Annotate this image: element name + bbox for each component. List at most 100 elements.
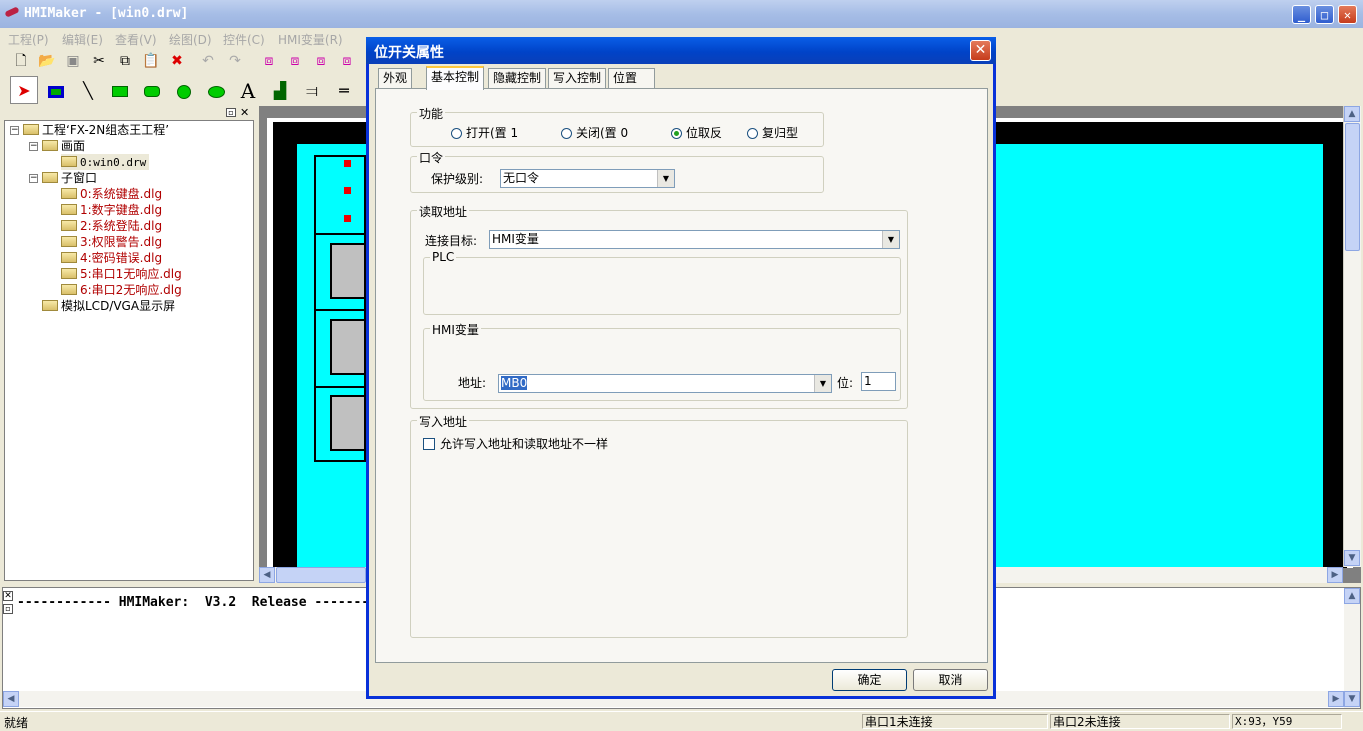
- tree-item[interactable]: 0:win0.drw: [61, 154, 150, 170]
- collapse-icon[interactable]: −: [10, 126, 19, 135]
- line-icon[interactable]: ╲: [74, 76, 102, 104]
- scroll-right-icon[interactable]: ▶: [1328, 691, 1344, 707]
- scale-icon[interactable]: ⫤: [298, 76, 326, 104]
- output-vertical-scrollbar[interactable]: ▲ ▼: [1344, 588, 1360, 708]
- scroll-up-icon[interactable]: ▲: [1344, 106, 1360, 122]
- tree-item[interactable]: 6:串口2无响应.dlg: [61, 282, 182, 298]
- scroll-down-icon[interactable]: ▼: [1344, 691, 1360, 707]
- radio-momentary[interactable]: 复归型: [747, 124, 798, 141]
- bitmap-icon[interactable]: ▟: [266, 76, 294, 104]
- circle-icon[interactable]: [170, 76, 198, 104]
- minimize-button[interactable]: _: [1292, 5, 1311, 24]
- menu-project[interactable]: 工程(P): [8, 31, 49, 48]
- paste-icon[interactable]: 📋: [140, 50, 162, 72]
- vertical-scroll-thumb[interactable]: [1345, 123, 1360, 251]
- send-backward-icon[interactable]: ⧈: [336, 50, 358, 72]
- frame-icon[interactable]: [42, 76, 70, 104]
- divider: [316, 309, 364, 311]
- send-back-icon[interactable]: ⧈: [284, 50, 306, 72]
- chevron-down-icon[interactable]: ▼: [657, 170, 674, 187]
- bring-front-icon[interactable]: ⧈: [258, 50, 280, 72]
- radio-set-off[interactable]: 关闭(置 0: [561, 124, 628, 141]
- hmi-variable-group-label: HMI变量: [430, 321, 481, 338]
- radio-toggle[interactable]: 位取反: [671, 124, 722, 141]
- tree-item[interactable]: 4:密码错误.dlg: [61, 250, 162, 266]
- tab-basic-control[interactable]: 基本控制: [426, 66, 485, 90]
- widget-panel[interactable]: [314, 155, 366, 462]
- address-select[interactable]: MB0 ▼: [498, 374, 832, 393]
- maximize-button[interactable]: □: [1315, 5, 1334, 24]
- tree-subwindows-label: 子窗口: [61, 171, 98, 185]
- rounded-rect-icon[interactable]: [138, 76, 166, 104]
- collapse-icon[interactable]: −: [29, 142, 38, 151]
- tree-item[interactable]: 0:系统键盘.dlg: [61, 186, 162, 202]
- radio-set-off-label: 关闭(置 0: [576, 126, 629, 140]
- tree-item[interactable]: 3:权限警告.dlg: [61, 234, 162, 250]
- tree-item[interactable]: 5:串口1无响应.dlg: [61, 266, 182, 282]
- main-title-bar: HMIMaker - [win0.drw] _ □ ✕: [0, 0, 1363, 28]
- tree-screens-label: 画面: [61, 139, 86, 153]
- vertical-scrollbar[interactable]: ▲ ▼: [1343, 106, 1361, 567]
- selection-handle[interactable]: [344, 215, 351, 222]
- cancel-button[interactable]: 取消: [913, 669, 988, 691]
- menu-controls[interactable]: 控件(C): [223, 31, 265, 48]
- select-arrow-icon[interactable]: ➤: [10, 76, 38, 104]
- menu-view[interactable]: 查看(V): [115, 31, 157, 48]
- new-file-icon[interactable]: 🗋: [10, 50, 32, 72]
- delete-icon[interactable]: ✖: [166, 50, 188, 72]
- panel-restore-icon[interactable]: ▫: [226, 108, 236, 117]
- status-ready: 就绪: [4, 716, 29, 730]
- ellipse-icon[interactable]: [202, 76, 230, 104]
- copy-icon[interactable]: ⧉: [114, 50, 136, 72]
- bit-switch-widget[interactable]: [330, 395, 366, 451]
- tab-hide-control[interactable]: 隐藏控制: [488, 68, 547, 88]
- output-restore-icon[interactable]: ▫: [3, 604, 13, 614]
- bit-switch-widget[interactable]: [330, 319, 366, 375]
- tab-appearance[interactable]: 外观: [378, 68, 413, 88]
- horizontal-scroll-thumb[interactable]: [276, 567, 366, 583]
- scroll-left-icon[interactable]: ◀: [259, 567, 275, 583]
- bit-switch-widget[interactable]: [330, 243, 366, 299]
- save-icon[interactable]: ▣: [62, 50, 84, 72]
- tree-root[interactable]: 工程‘FX-2N组态王工程’: [23, 122, 169, 138]
- output-close-icon[interactable]: ✕: [3, 591, 13, 601]
- chevron-down-icon[interactable]: ▼: [882, 231, 899, 248]
- bar-icon[interactable]: ═: [330, 76, 358, 104]
- selection-handle[interactable]: [344, 160, 351, 167]
- cut-icon[interactable]: ✂: [88, 50, 110, 72]
- tree-lcd[interactable]: 模拟LCD/VGA显示屏: [42, 298, 175, 314]
- scroll-right-icon[interactable]: ▶: [1327, 567, 1343, 583]
- ok-button[interactable]: 确定: [832, 669, 907, 691]
- menu-hmi-variables[interactable]: HMI变量(R): [278, 31, 343, 48]
- scroll-down-icon[interactable]: ▼: [1344, 550, 1360, 566]
- collapse-icon[interactable]: −: [29, 174, 38, 183]
- tab-position[interactable]: 位置: [608, 68, 655, 88]
- undo-icon[interactable]: ↶: [197, 50, 219, 72]
- folder-icon: [42, 300, 58, 311]
- rectangle-icon[interactable]: [106, 76, 134, 104]
- chevron-down-icon[interactable]: ▼: [814, 375, 831, 392]
- tab-write-control[interactable]: 写入控制: [548, 68, 607, 88]
- bit-input[interactable]: 1: [861, 372, 896, 391]
- selection-handle[interactable]: [344, 187, 351, 194]
- bring-forward-icon[interactable]: ⧈: [310, 50, 332, 72]
- tree-item[interactable]: 1:数字键盘.dlg: [61, 202, 162, 218]
- scroll-up-icon[interactable]: ▲: [1344, 588, 1360, 604]
- allow-different-write-checkbox[interactable]: 允许写入地址和读取地址不一样: [423, 435, 608, 452]
- open-folder-icon[interactable]: 📂: [36, 50, 58, 72]
- scroll-left-icon[interactable]: ◀: [3, 691, 19, 707]
- menu-edit[interactable]: 编辑(E): [62, 31, 103, 48]
- tree-item[interactable]: 2:系统登陆.dlg: [61, 218, 162, 234]
- text-icon[interactable]: A: [234, 76, 262, 104]
- tree-screens[interactable]: 画面: [42, 138, 85, 154]
- connect-target-select[interactable]: HMI变量 ▼: [489, 230, 900, 249]
- tree-subwindows[interactable]: 子窗口: [42, 170, 97, 186]
- dialog-title-bar[interactable]: 位开关属性 ✕: [366, 37, 996, 64]
- dialog-close-button[interactable]: ✕: [970, 40, 991, 61]
- redo-icon[interactable]: ↷: [224, 50, 246, 72]
- protect-level-select[interactable]: 无口令 ▼: [500, 169, 675, 188]
- radio-set-on[interactable]: 打开(置 1: [451, 124, 518, 141]
- panel-close-icon[interactable]: ✕: [240, 107, 249, 118]
- close-button[interactable]: ✕: [1338, 5, 1357, 24]
- menu-draw[interactable]: 绘图(D): [169, 31, 212, 48]
